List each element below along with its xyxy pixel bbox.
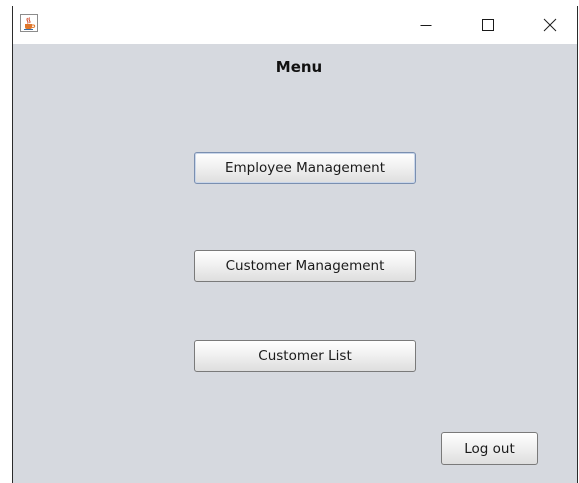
- maximize-button[interactable]: [465, 6, 511, 44]
- minimize-button[interactable]: [403, 6, 449, 44]
- maximize-icon: [482, 19, 494, 31]
- minimize-icon: [420, 19, 432, 31]
- logout-button[interactable]: Log out: [441, 432, 538, 465]
- employee-management-button[interactable]: Employee Management: [194, 152, 416, 184]
- close-icon: [543, 18, 557, 32]
- menu-title: Menu: [275, 58, 323, 76]
- customer-list-button[interactable]: Customer List: [194, 340, 416, 372]
- app-window: Menu Employee Management Customer Manage…: [12, 6, 578, 483]
- close-button[interactable]: [527, 6, 573, 44]
- menu-panel: Menu Employee Management Customer Manage…: [13, 44, 577, 483]
- title-bar[interactable]: [13, 6, 577, 44]
- java-cup-icon[interactable]: [20, 14, 38, 32]
- customer-management-button[interactable]: Customer Management: [194, 250, 416, 282]
